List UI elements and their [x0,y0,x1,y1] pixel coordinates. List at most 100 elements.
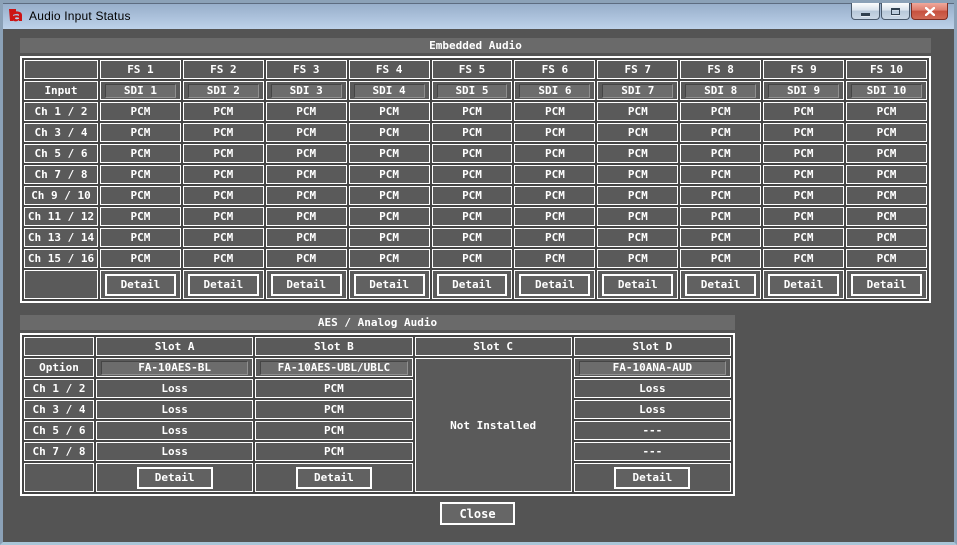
detail-button-fs-9[interactable]: Detail [768,274,839,296]
status-cell-fs4: PCM [349,228,430,247]
option-indicator-slot-a: FA-10AES-BL [101,361,248,375]
status-cell-fs4: PCM [349,144,430,163]
status-cell-fs6: PCM [514,249,595,268]
sdi-input-indicator-5: SDI 5 [437,84,508,98]
status-cell-fs1: PCM [100,186,181,205]
audio-input-status-window: Audio Input Status Embedded Audio FS 1FS… [0,0,957,545]
slot-header-c: Slot C [415,337,572,356]
detail-button-fs-6[interactable]: Detail [519,274,590,296]
detail-button-slot-b[interactable]: Detail [296,467,372,489]
status-cell-fs8: PCM [680,207,761,226]
sdi-input-indicator-7: SDI 7 [602,84,673,98]
channel-row-label: Ch 1 / 2 [24,102,98,121]
detail-cell-fs-3: Detail [266,270,347,299]
status-cell-fs4: PCM [349,186,430,205]
detail-button-slot-a[interactable]: Detail [137,467,213,489]
sdi-input-indicator-6: SDI 6 [519,84,590,98]
minimize-button[interactable] [851,3,880,20]
embedded-audio-section-title: Embedded Audio [20,38,931,53]
status-cell-slot-d: --- [574,421,731,440]
status-cell-fs3: PCM [266,102,347,121]
channel-row-label: Ch 7 / 8 [24,165,98,184]
status-cell-fs8: PCM [680,123,761,142]
status-cell-slot-a: Loss [96,379,253,398]
detail-button-fs-1[interactable]: Detail [105,274,176,296]
sdi-input-indicator-8: SDI 8 [685,84,756,98]
detail-cell-fs-1: Detail [100,270,181,299]
status-cell-fs8: PCM [680,249,761,268]
sdi-input-cell-2: SDI 2 [183,81,264,100]
detail-cell-slot-d: Detail [574,463,731,492]
close-button[interactable]: Close [440,502,515,525]
option-row-label: Option [24,358,94,377]
status-cell-slot-a: Loss [96,442,253,461]
status-cell-fs2: PCM [183,123,264,142]
close-window-button[interactable] [911,3,948,20]
status-cell-fs2: PCM [183,186,264,205]
detail-cell-fs-2: Detail [183,270,264,299]
detail-row-label-cell [24,270,98,299]
channel-row-label: Ch 3 / 4 [24,123,98,142]
status-cell-fs7: PCM [597,144,678,163]
status-cell-fs2: PCM [183,165,264,184]
sdi-input-cell-10: SDI 10 [846,81,927,100]
detail-button-fs-5[interactable]: Detail [437,274,508,296]
status-cell-fs10: PCM [846,165,927,184]
status-cell-fs4: PCM [349,102,430,121]
fs-header-10: FS 10 [846,60,927,79]
option-cell-slot-a: FA-10AES-BL [96,358,253,377]
status-cell-fs3: PCM [266,123,347,142]
status-cell-fs4: PCM [349,123,430,142]
status-cell-fs5: PCM [432,249,513,268]
detail-cell-slot-b: Detail [255,463,412,492]
status-cell-fs2: PCM [183,144,264,163]
status-cell-fs4: PCM [349,249,430,268]
window-title: Audio Input Status [29,9,131,23]
channel-row-label: Ch 13 / 14 [24,228,98,247]
maximize-button[interactable] [881,3,910,20]
detail-button-fs-10[interactable]: Detail [851,274,922,296]
detail-button-fs-2[interactable]: Detail [188,274,259,296]
status-cell-fs6: PCM [514,228,595,247]
status-cell-fs9: PCM [763,249,844,268]
status-cell-fs1: PCM [100,144,181,163]
status-cell-slot-b: PCM [255,379,412,398]
channel-row-label: Ch 15 / 16 [24,249,98,268]
status-cell-fs6: PCM [514,144,595,163]
detail-button-fs-8[interactable]: Detail [685,274,756,296]
status-cell-fs3: PCM [266,228,347,247]
fs-header-2: FS 2 [183,60,264,79]
status-cell-fs7: PCM [597,123,678,142]
status-cell-slot-d: --- [574,442,731,461]
detail-cell-fs-10: Detail [846,270,927,299]
channel-row-label: Ch 7 / 8 [24,442,94,461]
status-cell-fs2: PCM [183,228,264,247]
status-cell-fs10: PCM [846,249,927,268]
detail-button-fs-7[interactable]: Detail [602,274,673,296]
status-cell-fs8: PCM [680,228,761,247]
fs-header-8: FS 8 [680,60,761,79]
status-cell-fs5: PCM [432,186,513,205]
status-cell-fs10: PCM [846,144,927,163]
detail-button-fs-3[interactable]: Detail [271,274,342,296]
status-cell-slot-a: Loss [96,400,253,419]
status-cell-fs9: PCM [763,186,844,205]
detail-button-fs-4[interactable]: Detail [354,274,425,296]
status-cell-fs6: PCM [514,165,595,184]
option-indicator-slot-d: FA-10ANA-AUD [579,361,726,375]
detail-cell-fs-9: Detail [763,270,844,299]
channel-row-label: Ch 5 / 6 [24,421,94,440]
sdi-input-cell-5: SDI 5 [432,81,513,100]
sdi-input-indicator-9: SDI 9 [768,84,839,98]
aes-analog-section-title: AES / Analog Audio [20,315,735,330]
sdi-input-indicator-3: SDI 3 [271,84,342,98]
status-cell-fs3: PCM [266,249,347,268]
sdi-input-cell-7: SDI 7 [597,81,678,100]
detail-button-slot-d[interactable]: Detail [614,467,690,489]
maximize-icon [891,8,900,15]
fs-header-9: FS 9 [763,60,844,79]
sdi-input-cell-6: SDI 6 [514,81,595,100]
titlebar[interactable]: Audio Input Status [3,3,954,29]
status-cell-fs10: PCM [846,228,927,247]
sdi-input-cell-8: SDI 8 [680,81,761,100]
